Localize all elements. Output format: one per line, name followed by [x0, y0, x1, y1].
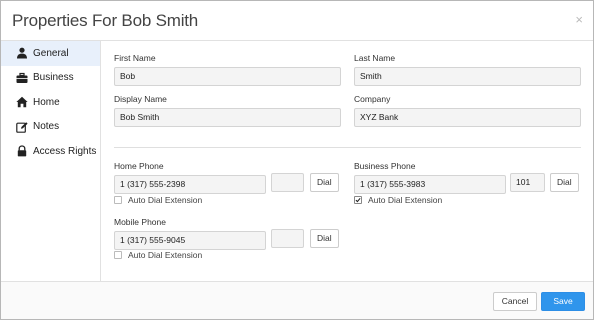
mobile-phone-dial-button[interactable]: Dial [310, 229, 339, 248]
home-phone-dial-button[interactable]: Dial [310, 173, 339, 192]
sidebar-item-notes[interactable]: Notes [1, 115, 100, 140]
business-phone-extension-input[interactable]: 101 [510, 173, 545, 192]
sidebar-item-label: General [33, 47, 69, 59]
sidebar-item-business[interactable]: Business [1, 66, 100, 91]
sidebar-item-label: Business [33, 72, 74, 84]
mobile-phone-input[interactable]: 1 (317) 555-9045 [114, 231, 266, 250]
lock-icon [15, 145, 29, 157]
close-icon[interactable]: × [575, 12, 583, 27]
mobile-auto-dial-checkbox[interactable] [114, 251, 122, 259]
home-auto-dial-label: Auto Dial Extension [128, 195, 203, 205]
edit-icon [15, 121, 29, 133]
display-name-label: Display Name [114, 94, 167, 104]
sidebar-item-label: Notes [33, 121, 60, 133]
checkmark-icon [355, 197, 361, 203]
properties-dialog: Properties For Bob Smith × General Busin… [0, 0, 594, 320]
home-phone-extension-input[interactable] [271, 173, 304, 192]
business-auto-dial-checkbox[interactable] [354, 196, 362, 204]
save-button[interactable]: Save [541, 292, 585, 311]
sidebar-item-label: Access Rights [33, 145, 97, 157]
first-name-input[interactable]: Bob [114, 67, 341, 86]
home-icon [15, 96, 29, 108]
sidebar-nav: General Business Home Notes Access Right… [1, 41, 101, 281]
mobile-auto-dial-row: Auto Dial Extension [114, 250, 202, 260]
first-name-group: First Name Bob [114, 53, 341, 86]
mobile-phone-label: Mobile Phone [114, 217, 166, 227]
general-panel: First Name Bob Last Name Smith Display N… [102, 41, 593, 281]
first-name-label: First Name [114, 53, 156, 63]
company-group: Company XYZ Bank [354, 94, 581, 127]
business-phone-group: Business Phone 1 (317) 555-3983 [354, 161, 506, 194]
home-phone-label: Home Phone [114, 161, 164, 171]
mobile-auto-dial-label: Auto Dial Extension [128, 250, 203, 260]
dialog-header: Properties For Bob Smith × [1, 1, 593, 41]
last-name-input[interactable]: Smith [354, 67, 581, 86]
last-name-label: Last Name [354, 53, 396, 63]
home-phone-group: Home Phone 1 (317) 555-2398 [114, 161, 266, 194]
business-auto-dial-label: Auto Dial Extension [368, 195, 443, 205]
home-auto-dial-checkbox[interactable] [114, 196, 122, 204]
sidebar-item-label: Home [33, 96, 60, 108]
cancel-button[interactable]: Cancel [493, 292, 537, 311]
company-label: Company [354, 94, 391, 104]
user-icon [15, 47, 29, 59]
display-name-group: Display Name Bob Smith [114, 94, 341, 127]
business-phone-input[interactable]: 1 (317) 555-3983 [354, 175, 506, 194]
display-name-input[interactable]: Bob Smith [114, 108, 341, 127]
mobile-phone-group: Mobile Phone 1 (317) 555-9045 [114, 217, 266, 250]
sidebar-item-general[interactable]: General [1, 41, 100, 66]
section-divider [114, 147, 581, 148]
briefcase-icon [15, 72, 29, 84]
business-phone-dial-button[interactable]: Dial [550, 173, 579, 192]
last-name-group: Last Name Smith [354, 53, 581, 86]
company-input[interactable]: XYZ Bank [354, 108, 581, 127]
dialog-footer: Cancel Save [1, 281, 593, 319]
dialog-title: Properties For Bob Smith [12, 11, 199, 30]
home-auto-dial-row: Auto Dial Extension [114, 195, 202, 205]
business-auto-dial-row: Auto Dial Extension [354, 195, 442, 205]
sidebar-item-access-rights[interactable]: Access Rights [1, 139, 100, 164]
mobile-phone-extension-input[interactable] [271, 229, 304, 248]
sidebar-item-home[interactable]: Home [1, 90, 100, 115]
business-phone-label: Business Phone [354, 161, 416, 171]
home-phone-input[interactable]: 1 (317) 555-2398 [114, 175, 266, 194]
